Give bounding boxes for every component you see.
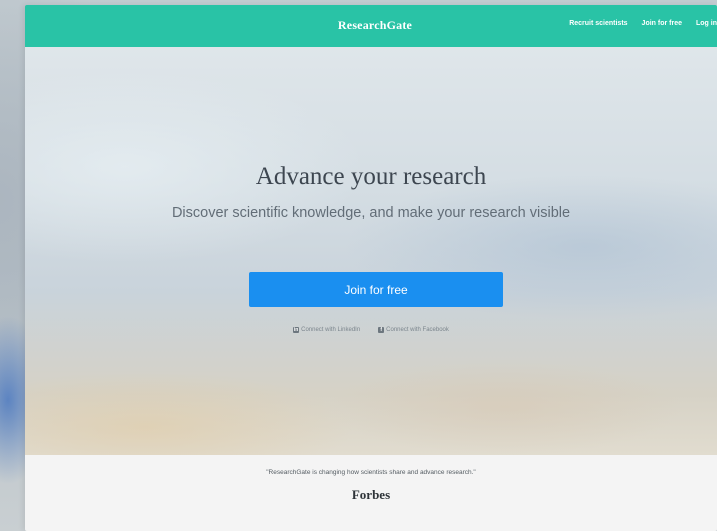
connect-linkedin-link[interactable]: in Connect with LinkedIn [293,327,360,333]
connect-facebook-link[interactable]: f Connect with Facebook [378,327,449,333]
nav-link-log-in[interactable]: Log in [696,20,717,27]
nav-links: Recruit scientists Join for free Log in [569,20,717,27]
linkedin-icon: in [293,327,300,333]
brand-logo[interactable]: ResearchGate [325,18,425,33]
testimonial-section: "ResearchGate is changing how scientists… [25,455,717,531]
testimonial-source-logo: Forbes [351,487,391,502]
connect-facebook-label: Connect with Facebook [386,327,449,333]
hero-section: Advance your research Discover scientifi… [25,47,717,455]
facebook-icon: f [378,327,385,333]
social-connect-row: in Connect with LinkedIn f Connect with … [25,327,717,333]
testimonial-quote: "ResearchGate is changing how scientists… [266,469,476,476]
nav-link-join-for-free[interactable]: Join for free [642,20,682,27]
nav-link-recruit-scientists[interactable]: Recruit scientists [569,20,627,27]
hero-subtitle: Discover scientific knowledge, and make … [171,205,571,221]
top-navbar: ResearchGate Recruit scientists Join for… [25,5,717,47]
join-for-free-button[interactable]: Join for free [249,272,503,307]
browser-page: ResearchGate Recruit scientists Join for… [25,5,717,531]
hero-title: Advance your research [255,163,487,190]
connect-linkedin-label: Connect with LinkedIn [301,327,361,333]
